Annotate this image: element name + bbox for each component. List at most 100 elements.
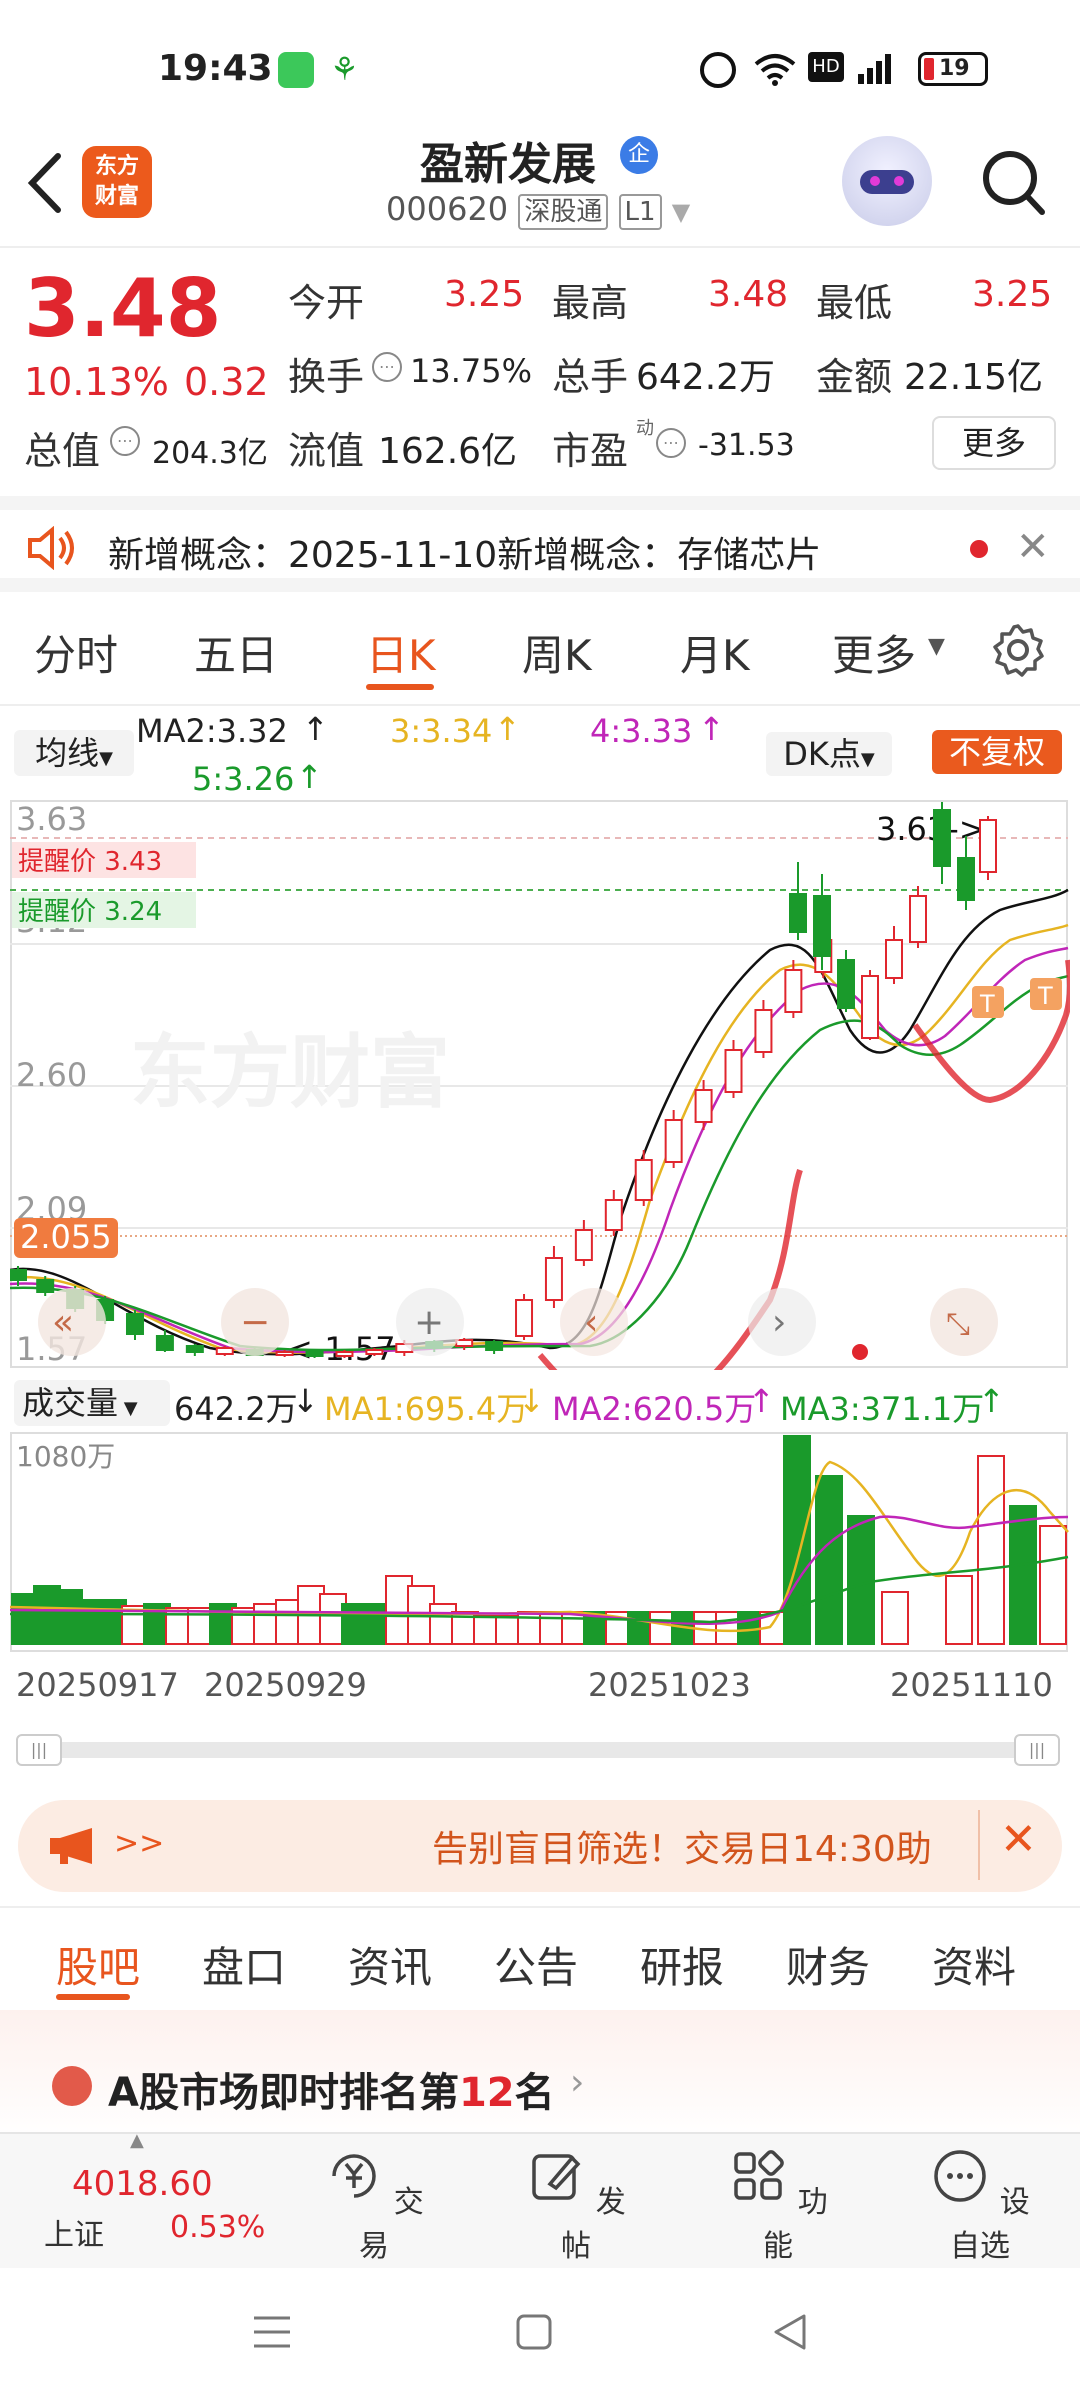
volume-bar: [1009, 1505, 1037, 1645]
tab-profile[interactable]: 资料: [932, 1934, 1016, 1995]
market-rank-strip[interactable]: A股市场即时排名第12名 ›: [0, 2010, 1080, 2140]
candle-body: [10, 1269, 27, 1281]
stock-header: 东方 财富 盈新发展 企 000620 深股通 L1 ▼: [0, 128, 1080, 248]
ma2-value: MA2:3.32: [136, 712, 288, 750]
tab-monthly-k[interactable]: 月K: [680, 622, 750, 683]
pe-value: -31.53: [698, 428, 795, 463]
max-price-note: 3.63->: [876, 810, 986, 848]
chevron-right-icon[interactable]: ›: [772, 1302, 786, 1343]
candle-body: [455, 1339, 474, 1347]
info-icon[interactable]: ⋯: [656, 428, 686, 458]
up-arrow-icon: ↑: [296, 758, 323, 796]
ma4-value: 4:3.33: [590, 712, 693, 750]
dk-point-button[interactable]: DK点▼: [766, 732, 892, 776]
tab-research[interactable]: 研报: [640, 1934, 724, 1995]
tab-five-day[interactable]: 五日: [194, 622, 278, 683]
tab-intraday[interactable]: 分时: [34, 622, 118, 683]
divider: [0, 1906, 1080, 1908]
zoom-in-icon[interactable]: +: [414, 1302, 444, 1343]
candle-body: [664, 1119, 683, 1163]
double-left-icon[interactable]: «: [52, 1302, 74, 1343]
tab-guba[interactable]: 股吧: [56, 1934, 140, 1995]
more-quote-button[interactable]: 更多: [932, 416, 1056, 470]
add-watchlist-button[interactable]: 设自选: [920, 2146, 1040, 2265]
rank-prefix: A股市场即时排名第: [108, 2070, 459, 2116]
rank-suffix: 名: [514, 2070, 555, 2116]
high-label: 最高: [552, 281, 629, 325]
range-handle-right[interactable]: |||: [1014, 1734, 1060, 1766]
fullscreen-icon[interactable]: ⤡: [946, 1307, 970, 1342]
alert-low-label[interactable]: 提醒价 3.24: [18, 897, 162, 927]
tab-news[interactable]: 资讯: [348, 1934, 432, 1995]
bottom-navigation: ▲ 4018.60 上证 0.53% 交易 发帖 功能 设自选: [0, 2130, 1080, 2270]
stock-name: 盈新发展: [420, 139, 596, 190]
y-label-3.63: 3.63: [16, 800, 87, 838]
home-icon[interactable]: [514, 2312, 554, 2352]
candle-body: [155, 1335, 174, 1351]
candle-body: [604, 1199, 623, 1231]
zoom-out-icon[interactable]: −: [240, 1302, 270, 1343]
function-button[interactable]: 功能: [718, 2146, 838, 2265]
indicator-selector[interactable]: 成交量 ▼: [14, 1380, 170, 1426]
rank-number: 12: [458, 2070, 515, 2116]
amount-label: 金额: [816, 355, 893, 399]
change-amount: 0.32: [184, 360, 269, 404]
candle-body: [957, 857, 975, 901]
open-label: 今开: [288, 281, 365, 325]
svg-text:T: T: [1037, 982, 1053, 1010]
tab-finance[interactable]: 财务: [786, 1934, 870, 1995]
volume-current: 642.2万: [174, 1390, 298, 1428]
chevron-down-icon[interactable]: ▼: [672, 198, 690, 226]
mktcap-value: 204.3亿: [152, 436, 268, 471]
up-arrow-icon: ↑: [748, 1382, 775, 1420]
x-date-4: 20251110: [890, 1666, 1053, 1704]
adjust-button[interactable]: 不复权: [932, 730, 1062, 774]
stock-code: 000620: [386, 190, 509, 228]
search-icon[interactable]: [978, 142, 1048, 222]
candle-body: [36, 1279, 55, 1293]
gear-icon[interactable]: [990, 622, 1046, 678]
alert-high-label[interactable]: 提醒价 3.43: [18, 847, 162, 877]
concept-notice[interactable]: 新增概念：2025-11-10新增概念：存储芯片 ✕: [0, 496, 1080, 592]
close-icon[interactable]: ✕: [1016, 524, 1050, 570]
volume-bar: [847, 1515, 875, 1645]
assistant-avatar[interactable]: [842, 136, 932, 226]
volume-value: 642.2万: [636, 357, 776, 398]
active-tab-indicator: [366, 684, 434, 690]
divider: [978, 1810, 980, 1880]
banner-text: 告别盲目筛选！交易日14:30助: [432, 1829, 932, 1870]
back-triangle-icon[interactable]: [770, 2312, 810, 2352]
menu-icon[interactable]: [252, 2312, 292, 2352]
range-scrollbar[interactable]: ||| |||: [16, 1734, 1060, 1766]
back-icon[interactable]: [22, 148, 72, 218]
info-icon[interactable]: ⋯: [372, 352, 402, 382]
battery-level: 19: [939, 56, 970, 81]
float-label: 流值: [288, 429, 365, 473]
tab-announcement[interactable]: 公告: [494, 1934, 578, 1995]
change-percent: 10.13%: [24, 360, 169, 404]
tab-more[interactable]: 更多: [832, 622, 916, 683]
candle-body: [305, 1351, 324, 1357]
info-icon[interactable]: ⋯: [110, 426, 140, 456]
ma-selector[interactable]: 均线▼: [14, 730, 134, 776]
trade-button[interactable]: 交易: [314, 2146, 434, 2265]
tab-weekly-k[interactable]: 周K: [522, 622, 592, 683]
index-widget[interactable]: ▲ 4018.60 上证 0.53%: [0, 2130, 270, 2270]
banner-arrows: >>: [114, 1826, 165, 1861]
tab-daily-k[interactable]: 日K: [366, 622, 436, 683]
tab-pankou[interactable]: 盘口: [202, 1934, 286, 1995]
candle-body: [837, 959, 855, 1009]
down-arrow-icon: ↓: [292, 1382, 319, 1420]
hd-icon: HD: [808, 52, 844, 82]
status-time: 19:43: [158, 48, 273, 89]
post-button[interactable]: 发帖: [516, 2146, 636, 2265]
promo-banner[interactable]: >> 告别盲目筛选！交易日14:30助 ✕: [18, 1800, 1062, 1892]
kline-chart[interactable]: 东方财富 3.63 3.12 2.60 2.09 1.57 2.055 提醒价 …: [10, 800, 1070, 1370]
range-handle-left[interactable]: |||: [16, 1734, 62, 1766]
close-icon[interactable]: ✕: [1000, 1814, 1037, 1865]
system-navigation: [0, 2268, 1080, 2400]
volume-chart[interactable]: 1080万: [10, 1432, 1070, 1652]
chevron-left-icon[interactable]: ‹: [584, 1302, 598, 1343]
app-logo: 东方 财富: [82, 146, 152, 218]
pe-label: 市盈: [552, 429, 629, 473]
